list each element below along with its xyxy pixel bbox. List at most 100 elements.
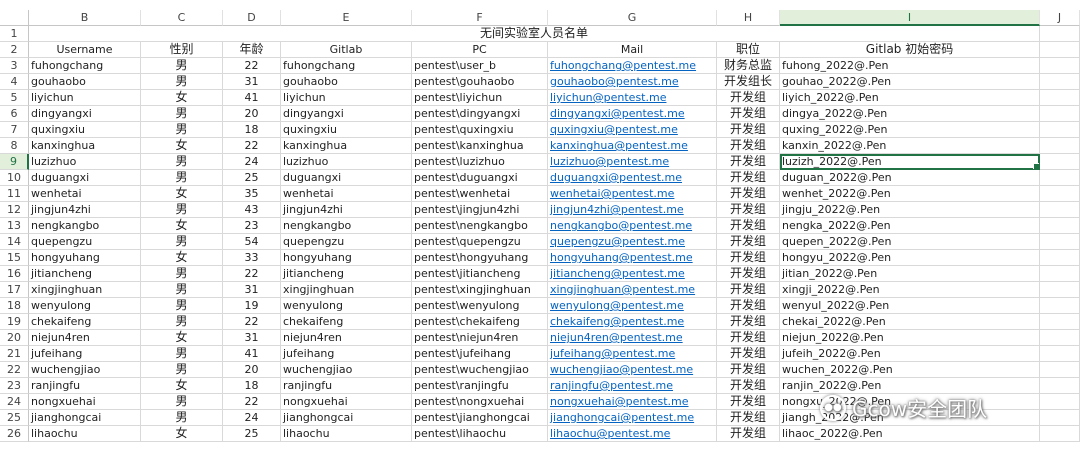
- cell-gender[interactable]: 男: [141, 122, 223, 138]
- cell-username[interactable]: nongxuehai: [29, 394, 141, 410]
- cell-gender[interactable]: 男: [141, 106, 223, 122]
- cell-empty[interactable]: [1040, 218, 1080, 234]
- cell-gitlab[interactable]: liyichun: [281, 90, 412, 106]
- cell-password[interactable]: jingju_2022@.Pen: [780, 202, 1040, 218]
- cell-gitlab[interactable]: wuchengjiao: [281, 362, 412, 378]
- cell-gender[interactable]: 男: [141, 314, 223, 330]
- cell-username[interactable]: wuchengjiao: [29, 362, 141, 378]
- row-header-25[interactable]: 25: [0, 410, 29, 426]
- cell-mail[interactable]: jianghongcai@pentest.me: [548, 410, 717, 426]
- cell-pc[interactable]: pentest\dingyangxi: [412, 106, 548, 122]
- cell-gender[interactable]: 男: [141, 58, 223, 74]
- cell-pc[interactable]: pentest\jianghongcai: [412, 410, 548, 426]
- row-header-13[interactable]: 13: [0, 218, 29, 234]
- cell-gitlab[interactable]: nongxuehai: [281, 394, 412, 410]
- cell-empty[interactable]: [1040, 282, 1080, 298]
- cell-pc[interactable]: pentest\gouhaobo: [412, 74, 548, 90]
- cell-password[interactable]: lihaoc_2022@.Pen: [780, 426, 1040, 442]
- row-header-26[interactable]: 26: [0, 426, 29, 442]
- cell-pc[interactable]: pentest\wenhetai: [412, 186, 548, 202]
- cell-gitlab[interactable]: kanxinghua: [281, 138, 412, 154]
- cell-age[interactable]: 18: [223, 378, 281, 394]
- column-header-h[interactable]: H: [717, 10, 780, 26]
- row-header-8[interactable]: 8: [0, 138, 29, 154]
- cell-pc[interactable]: pentest\user_b: [412, 58, 548, 74]
- cell-position[interactable]: 开发组: [717, 250, 780, 266]
- cell-position[interactable]: 开发组: [717, 234, 780, 250]
- cell-age[interactable]: 33: [223, 250, 281, 266]
- cell-gitlab[interactable]: quxingxiu: [281, 122, 412, 138]
- header-cell-pc[interactable]: PC: [412, 42, 548, 58]
- cell-username[interactable]: liyichun: [29, 90, 141, 106]
- cell-position[interactable]: 开发组: [717, 330, 780, 346]
- cell-username[interactable]: quepengzu: [29, 234, 141, 250]
- cell-mail[interactable]: wenhetai@pentest.me: [548, 186, 717, 202]
- cell-mail[interactable]: jitiancheng@pentest.me: [548, 266, 717, 282]
- cell-username[interactable]: gouhaobo: [29, 74, 141, 90]
- cell-position[interactable]: 开发组: [717, 106, 780, 122]
- cell-username[interactable]: hongyuhang: [29, 250, 141, 266]
- cell-pc[interactable]: pentest\jitiancheng: [412, 266, 548, 282]
- cell-mail[interactable]: hongyuhang@pentest.me: [548, 250, 717, 266]
- cell-password[interactable]: duguan_2022@.Pen: [780, 170, 1040, 186]
- cell-gender[interactable]: 男: [141, 298, 223, 314]
- row-header-2[interactable]: 2: [0, 42, 29, 58]
- cell-empty[interactable]: [1040, 234, 1080, 250]
- cell-pc[interactable]: pentest\kanxinghua: [412, 138, 548, 154]
- cell-age[interactable]: 19: [223, 298, 281, 314]
- cell-pc[interactable]: pentest\niejun4ren: [412, 330, 548, 346]
- header-cell-gitlab[interactable]: Gitlab: [281, 42, 412, 58]
- cell-mail[interactable]: jufeihang@pentest.me: [548, 346, 717, 362]
- cell-gender[interactable]: 男: [141, 410, 223, 426]
- cell-gitlab[interactable]: jitiancheng: [281, 266, 412, 282]
- cell-gender[interactable]: 男: [141, 282, 223, 298]
- row-header-24[interactable]: 24: [0, 394, 29, 410]
- row-header-11[interactable]: 11: [0, 186, 29, 202]
- cell-password[interactable]: niejun_2022@.Pen: [780, 330, 1040, 346]
- cell-age[interactable]: 22: [223, 394, 281, 410]
- row-header-16[interactable]: 16: [0, 266, 29, 282]
- cell-position[interactable]: 开发组: [717, 138, 780, 154]
- cell-gitlab[interactable]: fuhongchang: [281, 58, 412, 74]
- cell-username[interactable]: jufeihang: [29, 346, 141, 362]
- cell-position[interactable]: 开发组: [717, 154, 780, 170]
- cell-gender[interactable]: 女: [141, 330, 223, 346]
- cell-empty[interactable]: [1040, 314, 1080, 330]
- cell-position[interactable]: 开发组: [717, 122, 780, 138]
- cell-age[interactable]: 31: [223, 74, 281, 90]
- row-header-14[interactable]: 14: [0, 234, 29, 250]
- cell-age[interactable]: 20: [223, 362, 281, 378]
- cell-gitlab[interactable]: wenyulong: [281, 298, 412, 314]
- cell-password[interactable]: wenhet_2022@.Pen: [780, 186, 1040, 202]
- cell-pc[interactable]: pentest\jingjun4zhi: [412, 202, 548, 218]
- cell-mail[interactable]: niejun4ren@pentest.me: [548, 330, 717, 346]
- cell-age[interactable]: 22: [223, 138, 281, 154]
- cell-age[interactable]: 41: [223, 346, 281, 362]
- cell-empty[interactable]: [1040, 266, 1080, 282]
- row-header-5[interactable]: 5: [0, 90, 29, 106]
- row-header-4[interactable]: 4: [0, 74, 29, 90]
- row-header-20[interactable]: 20: [0, 330, 29, 346]
- cell-empty[interactable]: [1040, 122, 1080, 138]
- row-header-1[interactable]: 1: [0, 26, 29, 42]
- cell-empty[interactable]: [1040, 186, 1080, 202]
- cell-mail[interactable]: lihaochu@pentest.me: [548, 426, 717, 442]
- cell-gitlab[interactable]: nengkangbo: [281, 218, 412, 234]
- cell-empty[interactable]: [1040, 74, 1080, 90]
- cell-gitlab[interactable]: luzizhuo: [281, 154, 412, 170]
- cell-gitlab[interactable]: niejun4ren: [281, 330, 412, 346]
- row-header-7[interactable]: 7: [0, 122, 29, 138]
- cell-age[interactable]: 24: [223, 410, 281, 426]
- cell-position[interactable]: 开发组: [717, 362, 780, 378]
- cell-position[interactable]: 开发组: [717, 282, 780, 298]
- cell-position[interactable]: 开发组: [717, 266, 780, 282]
- column-header-g[interactable]: G: [548, 10, 717, 26]
- cell-password[interactable]: dingya_2022@.Pen: [780, 106, 1040, 122]
- cell-password[interactable]: wenyul_2022@.Pen: [780, 298, 1040, 314]
- row-header-15[interactable]: 15: [0, 250, 29, 266]
- cell-username[interactable]: kanxinghua: [29, 138, 141, 154]
- cell-pc[interactable]: pentest\nongxuehai: [412, 394, 548, 410]
- cell-password[interactable]: ranjin_2022@.Pen: [780, 378, 1040, 394]
- cell-username[interactable]: fuhongchang: [29, 58, 141, 74]
- cell-mail[interactable]: gouhaobo@pentest.me: [548, 74, 717, 90]
